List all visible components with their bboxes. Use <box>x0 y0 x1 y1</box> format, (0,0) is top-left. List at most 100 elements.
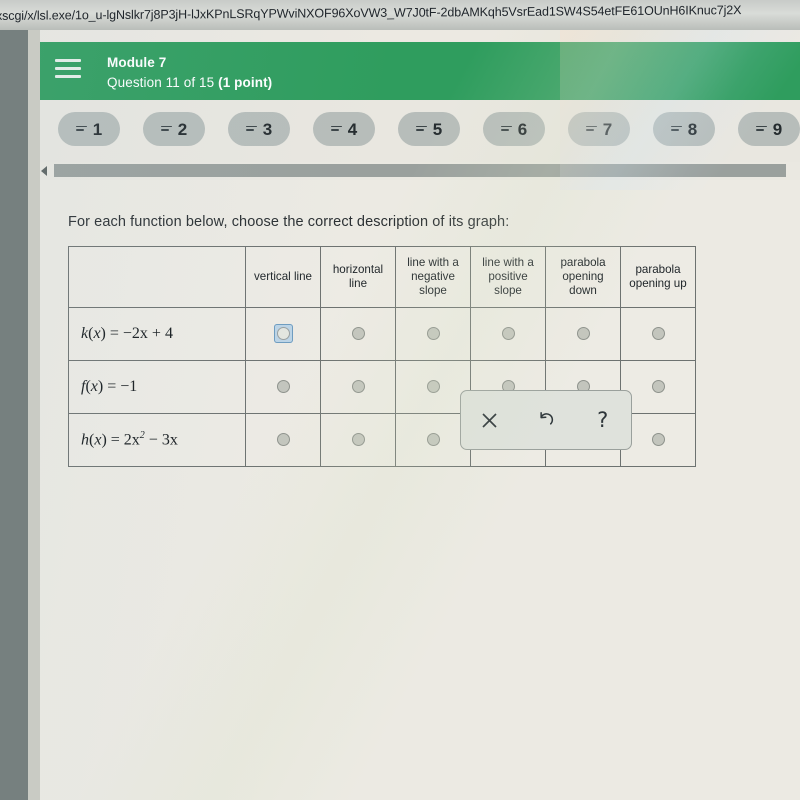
question-tab-2[interactable]: 2 <box>143 112 205 146</box>
radio-button[interactable] <box>576 326 590 340</box>
question-tab-9[interactable]: 9 <box>738 112 800 146</box>
function-name: h <box>81 431 89 449</box>
radio-button[interactable] <box>651 379 665 393</box>
caret-left-icon[interactable] <box>41 166 47 176</box>
radio-focus-ring[interactable] <box>274 377 293 396</box>
radio-cell-k-parabola-down[interactable] <box>545 307 621 361</box>
question-tab-7[interactable]: 7 <box>568 112 630 146</box>
question-tab-label: 3 <box>262 119 273 139</box>
address-bar-url: xscgi/x/lsl.exe/1o_u-lgNslkr7j8P3jH-lJxK… <box>0 3 742 23</box>
radio-cell-h-horizontal-line[interactable] <box>320 413 396 467</box>
function-name: k <box>81 325 89 342</box>
lines-icon <box>330 125 342 135</box>
lines-icon <box>670 125 682 135</box>
question-tab-6[interactable]: 6 <box>483 112 545 146</box>
function-expression: = −2x + 4 <box>105 325 173 342</box>
function-variable: x <box>90 378 98 395</box>
question-tab-label: 6 <box>517 119 528 139</box>
function-expression-tail: − 3x <box>144 431 178 449</box>
radio-button[interactable] <box>426 326 440 340</box>
question-points: (1 point) <box>218 75 273 90</box>
module-title: Module 7 <box>107 55 167 70</box>
radio-focus-ring[interactable] <box>424 377 443 396</box>
column-header-horizontal-line: horizontal line <box>320 246 396 308</box>
screenshot-root: xscgi/x/lsl.exe/1o_u-lgNslkr7j8P3jH-lJxK… <box>0 0 800 800</box>
undo-button[interactable] <box>524 398 568 442</box>
table-corner-cell <box>68 246 246 308</box>
help-button[interactable]: ? <box>581 398 625 442</box>
question-tab-label: 5 <box>432 119 443 139</box>
question-tab-3[interactable]: 3 <box>228 112 290 146</box>
browser-address-bar[interactable]: xscgi/x/lsl.exe/1o_u-lgNslkr7j8P3jH-lJxK… <box>0 0 800 30</box>
radio-button[interactable] <box>351 379 365 393</box>
clear-button[interactable] <box>467 398 511 442</box>
function-expression: = −1 <box>103 378 138 395</box>
question-tab-label: 2 <box>177 119 188 139</box>
lines-icon <box>500 125 512 135</box>
radio-button[interactable] <box>426 432 440 446</box>
radio-cell-k-positive-slope[interactable] <box>470 307 546 361</box>
lines-icon <box>245 125 257 135</box>
radio-cell-k-horizontal-line[interactable] <box>320 307 396 361</box>
function-label-h: h(x) = 2x2 − 3x <box>68 413 246 467</box>
function-expression: = 2x <box>106 431 140 449</box>
hamburger-icon[interactable] <box>55 59 81 81</box>
question-tab-8[interactable]: 8 <box>653 112 715 146</box>
radio-focus-ring[interactable] <box>274 430 293 449</box>
question-tab-label: 9 <box>772 119 783 139</box>
column-header-parabola-down: parabola opening down <box>545 246 621 308</box>
question-tab-label: 4 <box>347 119 358 139</box>
radio-button[interactable] <box>276 432 290 446</box>
radio-cell-k-parabola-up[interactable] <box>620 307 696 361</box>
scrollbar-thumb[interactable] <box>54 164 786 177</box>
radio-focus-ring[interactable] <box>424 430 443 449</box>
tabs-horizontal-scrollbar[interactable] <box>40 162 800 180</box>
radio-button[interactable] <box>426 379 440 393</box>
radio-button[interactable] <box>651 326 665 340</box>
radio-button[interactable] <box>501 326 515 340</box>
function-variable: x <box>93 325 101 342</box>
function-label-f: f(x) = −1 <box>68 360 246 414</box>
question-counter-text: Question 11 of 15 <box>107 75 219 90</box>
question-tab-label: 7 <box>602 119 613 139</box>
radio-focus-ring[interactable] <box>273 323 293 343</box>
radio-focus-ring[interactable] <box>349 324 368 343</box>
question-tab-5[interactable]: 5 <box>398 112 460 146</box>
close-icon <box>482 412 497 428</box>
question-content: For each function below, choose the corr… <box>40 180 800 800</box>
radio-button[interactable] <box>351 326 365 340</box>
column-header-negative-slope: line with a negative slope <box>395 246 471 308</box>
radio-cell-f-vertical-line[interactable] <box>245 360 321 414</box>
radio-button[interactable] <box>351 432 365 446</box>
app-header: Module 7 Question 11 of 15 (1 point) <box>40 42 800 100</box>
table-header-row: vertical line horizontal line line with … <box>68 246 696 308</box>
lines-icon <box>755 125 767 135</box>
question-tab-label: 8 <box>687 119 698 139</box>
function-label-k: k(x) = −2x + 4 <box>68 307 246 361</box>
column-header-positive-slope: line with a positive slope <box>470 246 546 308</box>
radio-focus-ring[interactable] <box>649 377 668 396</box>
lines-icon <box>75 125 87 135</box>
radio-cell-k-negative-slope[interactable] <box>395 307 471 361</box>
radio-cell-h-vertical-line[interactable] <box>245 413 321 467</box>
page-left-edge <box>28 30 40 800</box>
lines-icon <box>415 125 427 135</box>
radio-button[interactable] <box>276 379 290 393</box>
radio-focus-ring[interactable] <box>499 324 518 343</box>
radio-focus-ring[interactable] <box>349 377 368 396</box>
radio-button[interactable] <box>651 432 665 446</box>
question-tab-4[interactable]: 4 <box>313 112 375 146</box>
question-tab-1[interactable]: 1 <box>58 112 120 146</box>
answer-toolbar: ? <box>460 390 632 450</box>
radio-focus-ring[interactable] <box>424 324 443 343</box>
radio-focus-ring[interactable] <box>649 430 668 449</box>
column-header-parabola-up: parabola opening up <box>620 246 696 308</box>
radio-button[interactable] <box>276 326 290 340</box>
radio-cell-f-horizontal-line[interactable] <box>320 360 396 414</box>
radio-focus-ring[interactable] <box>574 324 593 343</box>
radio-cell-k-vertical-line[interactable] <box>245 307 321 361</box>
lines-icon <box>585 125 597 135</box>
function-name: f <box>81 378 86 395</box>
radio-focus-ring[interactable] <box>349 430 368 449</box>
radio-focus-ring[interactable] <box>649 324 668 343</box>
